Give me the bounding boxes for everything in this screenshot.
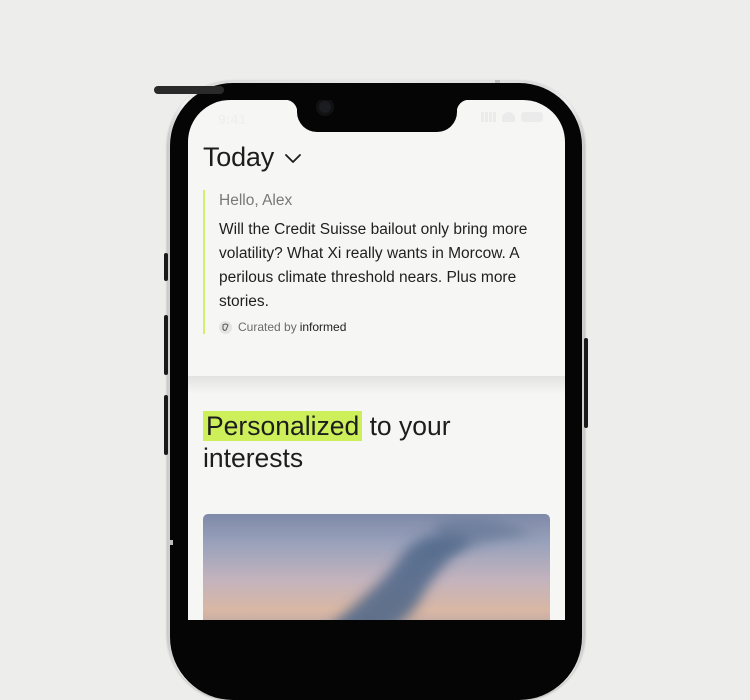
daily-briefing[interactable]: Hello, Alex Will the Credit Suisse bailo… — [203, 190, 564, 334]
section-divider — [188, 376, 565, 394]
curated-logo-icon — [219, 320, 232, 334]
feature-image[interactable] — [203, 514, 550, 620]
wifi-icon — [502, 112, 515, 122]
curated-by: Curated by informed — [219, 320, 564, 334]
volume-up-button — [164, 315, 168, 375]
chevron-down-icon[interactable] — [284, 149, 302, 167]
power-button — [584, 338, 588, 428]
curated-label: Curated by — [238, 320, 297, 334]
phone-screen: 9:41 Today Hello, Alex Will the Credit S… — [188, 100, 565, 620]
status-icons — [481, 112, 543, 122]
antenna-band — [495, 80, 500, 83]
volume-down-button — [164, 395, 168, 455]
briefing-summary: Will the Credit Suisse bailout only brin… — [219, 221, 528, 310]
battery-icon — [521, 112, 543, 122]
page-title: Today — [203, 142, 275, 172]
section-headline: Personalized to your interests — [203, 410, 543, 474]
today-header[interactable]: Today — [203, 142, 302, 173]
mute-switch — [164, 253, 168, 281]
earpiece-speaker — [154, 86, 224, 94]
front-camera — [316, 100, 334, 116]
greeting-text: Hello, Alex — [219, 192, 293, 209]
signal-icon — [481, 112, 496, 122]
antenna-band — [170, 540, 173, 545]
headline-highlight: Personalized — [203, 411, 363, 441]
status-time: 9:41 — [218, 111, 247, 127]
notch — [285, 100, 469, 132]
curated-brand: informed — [299, 320, 347, 334]
sky-illustration — [337, 518, 533, 620]
